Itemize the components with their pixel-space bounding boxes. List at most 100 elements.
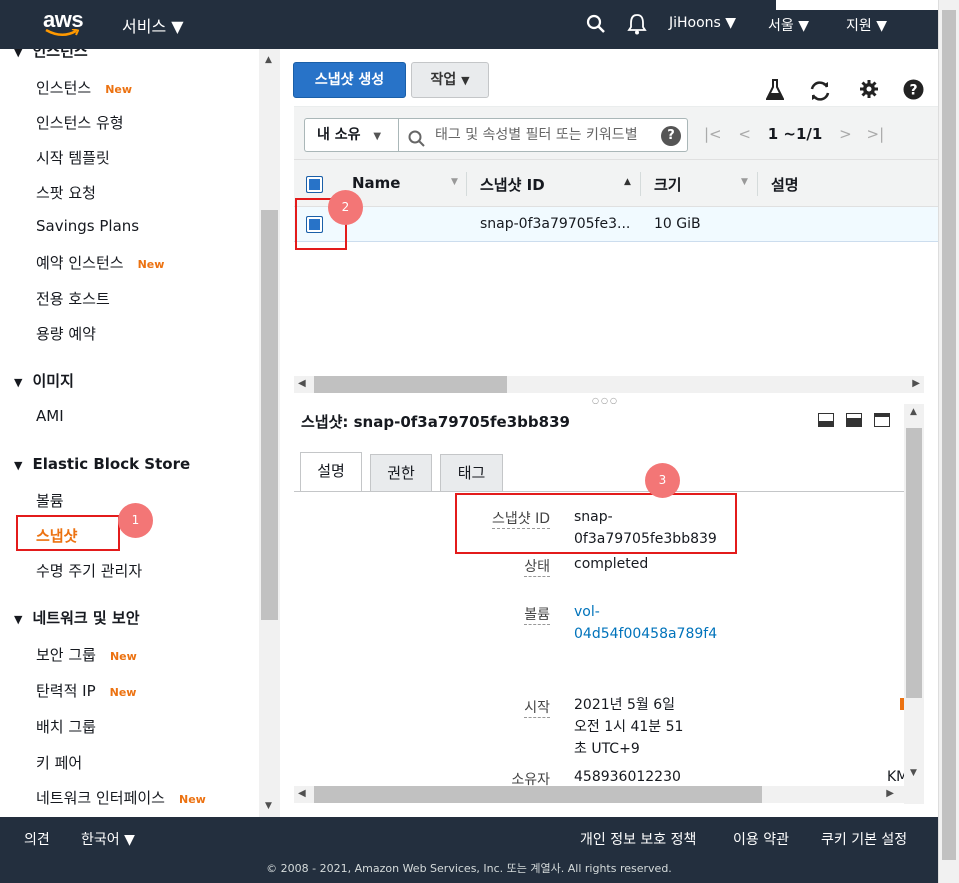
value-started: 2021년 5월 6일 오전 1시 41분 51 초 UTC+9 <box>574 694 683 760</box>
sidebar-item-label: 탄력적 IP <box>36 682 96 700</box>
bell-icon[interactable] <box>627 13 647 39</box>
column-header-name[interactable]: Name <box>352 174 400 192</box>
value-line: 04d54f00458a789f4 <box>574 626 718 642</box>
last-page-icon[interactable]: >| <box>867 125 885 143</box>
detail-horizontal-scrollbar[interactable]: ◀ ▶ <box>294 786 904 803</box>
create-snapshot-button[interactable]: 스냅샷 생성 <box>293 62 406 98</box>
detail-vertical-scrollbar[interactable]: ▲ ▼ <box>904 404 924 804</box>
user-menu[interactable]: JiHoons ▼ <box>669 15 736 31</box>
support-menu[interactable]: 지원 ▼ <box>846 15 887 35</box>
table-scroll-thumb[interactable] <box>314 376 507 393</box>
sort-icon[interactable]: ▼ <box>741 177 748 187</box>
sidebar-scrollbar[interactable]: ▲ ▼ <box>259 49 280 817</box>
sidebar-item-instances[interactable]: 인스턴스 New <box>36 77 132 98</box>
search-help-icon[interactable]: ? <box>661 126 681 146</box>
gear-icon[interactable] <box>859 79 879 103</box>
terms-link[interactable]: 이용 약관 <box>733 829 789 849</box>
scroll-down-arrow-icon[interactable]: ▼ <box>910 768 917 778</box>
table-horizontal-scrollbar[interactable]: ◀ ▶ <box>294 376 924 393</box>
sidebar-item-savings-plans[interactable]: Savings Plans <box>36 217 139 235</box>
column-header-snapshot-id[interactable]: 스냅샷 ID <box>480 174 545 195</box>
region-menu[interactable]: 서울 ▼ <box>768 15 809 35</box>
sidebar-item-security-groups[interactable]: 보안 그룹 New <box>36 644 137 665</box>
sidebar-section-ebs[interactable]: ▼ Elastic Block Store <box>14 455 190 473</box>
sidebar-item-label: 용량 예약 <box>36 325 96 343</box>
sort-icon[interactable]: ▼ <box>451 177 458 187</box>
detail-scroll-thumb-h[interactable] <box>314 786 762 803</box>
new-badge: New <box>109 650 137 663</box>
scroll-up-arrow-icon[interactable]: ▲ <box>265 55 272 65</box>
new-badge: New <box>105 83 133 96</box>
actions-button[interactable]: 작업 ▼ <box>411 62 489 98</box>
svg-text:?: ? <box>909 83 917 99</box>
table-header: Name ▼ 스냅샷 ID ▲ 크기 ▼ 설명 <box>294 159 938 207</box>
column-header-description[interactable]: 설명 <box>771 174 799 195</box>
page-scroll-thumb[interactable] <box>942 10 956 860</box>
sidebar-item-placement-groups[interactable]: 배치 그룹 <box>36 716 96 737</box>
value-line: 2021년 5월 6일 <box>574 697 675 713</box>
caret-down-icon: ▼ <box>14 49 23 59</box>
sort-asc-icon[interactable]: ▲ <box>624 177 631 187</box>
sidebar-item-label: 배치 그룹 <box>36 718 96 736</box>
page-scrollbar[interactable] <box>938 0 959 883</box>
search-icon <box>408 127 425 151</box>
sidebar-item-dedicated-hosts[interactable]: 전용 호스트 <box>36 288 110 309</box>
language-select[interactable]: 한국어 ▼ <box>81 829 135 849</box>
table-row[interactable]: snap-0f3a79705fe3... 10 GiB <box>294 207 938 242</box>
sidebar-section-network[interactable]: ▼ 네트워크 및 보안 <box>14 607 140 628</box>
first-page-icon[interactable]: |< <box>704 125 722 143</box>
layout-top-icon[interactable] <box>874 413 890 431</box>
sidebar-item-volumes[interactable]: 볼륨 <box>36 490 64 511</box>
sidebar-scroll-thumb[interactable] <box>261 210 278 620</box>
scroll-left-arrow-icon[interactable]: ◀ <box>298 378 306 389</box>
tab-tags[interactable]: 태그 <box>440 454 503 491</box>
sidebar-item-label: 시작 템플릿 <box>36 149 110 167</box>
scroll-up-arrow-icon[interactable]: ▲ <box>910 407 917 417</box>
detail-title: 스냅샷: snap-0f3a79705fe3bb839 <box>301 413 570 431</box>
privacy-link[interactable]: 개인 정보 보호 정책 <box>580 829 696 849</box>
tab-permissions[interactable]: 권한 <box>370 454 432 491</box>
sidebar-item-key-pairs[interactable]: 키 페어 <box>36 752 82 773</box>
flask-icon[interactable] <box>765 79 785 105</box>
label-started: 시작 <box>524 697 550 718</box>
sidebar-item-launch-templates[interactable]: 시작 템플릿 <box>36 147 110 168</box>
next-page-icon[interactable]: > <box>839 125 852 143</box>
help-icon[interactable]: ? <box>903 79 924 104</box>
search-icon[interactable] <box>586 14 606 38</box>
sidebar-item-elastic-ip[interactable]: 탄력적 IP New <box>36 680 136 701</box>
scroll-left-arrow-icon[interactable]: ◀ <box>298 788 306 799</box>
volume-link[interactable]: vol- 04d54f00458a789f4 <box>574 601 717 645</box>
select-all-checkbox[interactable] <box>306 176 323 193</box>
sidebar-item-lifecycle-manager[interactable]: 수명 주기 관리자 <box>36 560 142 581</box>
scroll-down-arrow-icon[interactable]: ▼ <box>265 801 272 811</box>
column-divider <box>640 172 641 196</box>
copyright-text: © 2008 - 2021, Amazon Web Services, Inc.… <box>266 862 672 875</box>
sidebar-item-network-interfaces[interactable]: 네트워크 인터페이스 New <box>36 787 206 808</box>
prev-page-icon[interactable]: < <box>738 125 751 143</box>
tab-description[interactable]: 설명 <box>300 452 362 492</box>
cookie-preferences-link[interactable]: 쿠키 기본 설정 <box>821 829 907 849</box>
sidebar-item-spot-requests[interactable]: 스팟 요청 <box>36 182 96 203</box>
page-range: 1 ~1/1 <box>767 125 823 143</box>
chevron-down-icon: ▼ <box>461 74 470 87</box>
aws-logo[interactable]: aws <box>43 9 84 36</box>
scroll-right-arrow-icon[interactable]: ▶ <box>886 788 894 799</box>
layout-split-icon[interactable] <box>846 413 862 431</box>
detail-scroll-thumb[interactable] <box>906 428 922 698</box>
sidebar-item-capacity-reservations[interactable]: 용량 예약 <box>36 323 96 344</box>
search-input[interactable]: 태그 및 속성별 필터 또는 키워드별 ? <box>398 118 688 152</box>
column-header-size[interactable]: 크기 <box>654 174 682 195</box>
sidebar-item-ami[interactable]: AMI <box>36 407 64 425</box>
sidebar-item-instance-types[interactable]: 인스턴스 유형 <box>36 112 124 133</box>
services-menu[interactable]: 서비스 ▼ <box>122 13 184 37</box>
sidebar-section-instances[interactable]: ▼ 인스턴스 <box>14 49 88 61</box>
sidebar-section-images[interactable]: ▼ 이미지 <box>14 370 74 391</box>
owner-filter-select[interactable]: 내 소유 ▼ <box>304 118 399 152</box>
layout-bottom-icon[interactable] <box>818 413 834 431</box>
feedback-link[interactable]: 의견 <box>24 829 50 849</box>
tab-divider <box>294 491 905 492</box>
sidebar-item-reserved-instances[interactable]: 예약 인스턴스 New <box>36 252 164 273</box>
scroll-right-arrow-icon[interactable]: ▶ <box>912 378 920 389</box>
refresh-icon[interactable] <box>809 80 831 106</box>
resize-handle-icon[interactable]: ○○○ <box>592 396 619 405</box>
